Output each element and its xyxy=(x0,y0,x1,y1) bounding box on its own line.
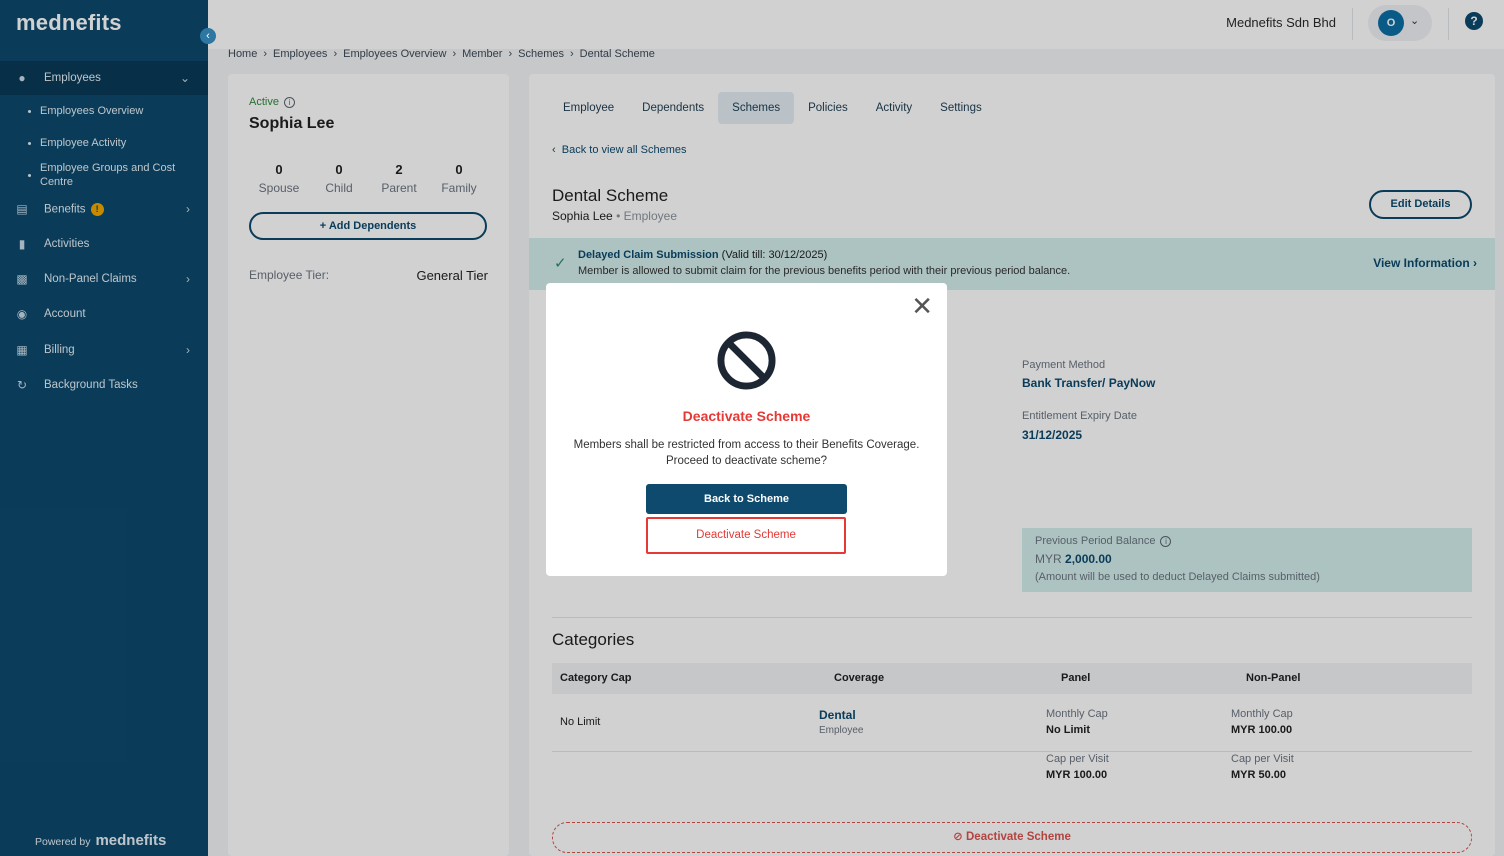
close-icon[interactable]: ✕ xyxy=(911,293,933,319)
deactivate-modal: ✕ Deactivate Scheme Members shall be res… xyxy=(546,283,947,576)
back-to-scheme-button[interactable]: Back to Scheme xyxy=(646,484,847,514)
modal-title: Deactivate Scheme xyxy=(682,408,811,424)
confirm-deactivate-button[interactable]: Deactivate Scheme xyxy=(646,517,846,554)
modal-message: Members shall be restricted from access … xyxy=(573,439,920,467)
ban-icon xyxy=(717,331,776,390)
sidebar-collapse-button[interactable]: ‹ xyxy=(200,28,216,44)
